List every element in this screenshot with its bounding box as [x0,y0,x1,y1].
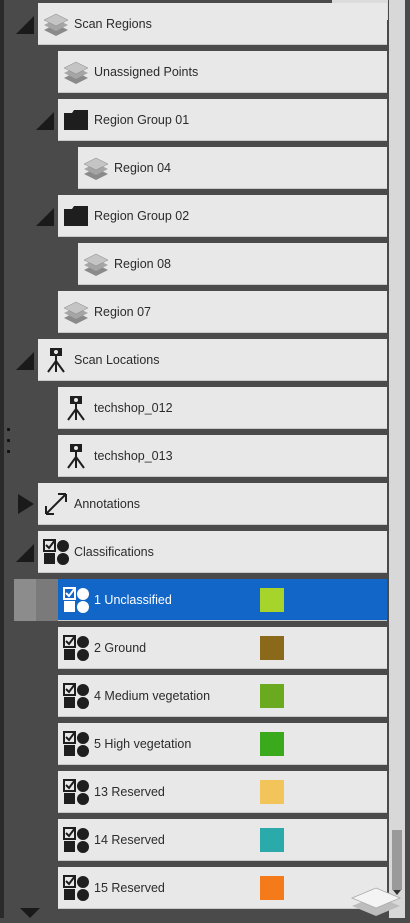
node-label: Region 08 [114,256,171,271]
node-label: Unassigned Points [94,64,199,79]
node-label: 2 Ground [94,640,147,655]
node-label: 15 Reserved [94,880,165,895]
color-swatch[interactable] [260,876,284,900]
folder-icon [62,202,90,230]
scrollbar-thumb[interactable] [392,830,402,890]
layers-icon [42,10,70,38]
node-label: 14 Reserved [94,832,165,847]
tree-node-region-07[interactable]: Region 07 [58,291,387,333]
selection-indent-strip [14,579,58,621]
color-swatch[interactable] [260,588,284,612]
tree-node-classifications[interactable]: Classifications [38,531,387,573]
node-label: Scan Regions [74,16,152,31]
class-item-15-reserved[interactable]: 15 Reserved [58,867,387,909]
class-item-5-high-vegetation[interactable]: 5 High vegetation [58,723,387,765]
classification-shapes-icon [62,778,90,806]
class-item-4-medium-vegetation[interactable]: 4 Medium vegetation [58,675,387,717]
panel-resize-grip[interactable] [7,428,11,458]
expand-toggle-scan-locations[interactable] [16,352,34,370]
class-item-2-ground[interactable]: 2 Ground [58,627,387,669]
expand-toggle-scan-regions[interactable] [16,16,34,34]
tree-node-region-group-02[interactable]: Region Group 02 [58,195,387,237]
node-label: techshop_013 [94,448,173,463]
scanner-tripod-icon [62,394,90,422]
classification-shapes-icon [62,682,90,710]
tree-node-annotations[interactable]: Annotations [38,483,387,525]
layers-icon [62,58,90,86]
vertical-scrollbar[interactable] [389,0,405,918]
tree-node-unassigned-points[interactable]: Unassigned Points [58,51,387,93]
classification-shapes-icon [62,586,90,614]
measure-arrow-icon [42,490,70,518]
classification-shapes-icon [62,826,90,854]
scanner-tripod-icon [42,346,70,374]
node-label: 4 Medium vegetation [94,688,211,703]
expand-toggle-region-group-01[interactable] [36,112,54,130]
tree-node-region-08[interactable]: Region 08 [78,243,387,285]
scanner-tripod-icon [62,442,90,470]
expand-toggle-next[interactable] [20,908,40,918]
classification-shapes-icon [42,538,70,566]
class-item-1-unclassified[interactable]: 1 Unclassified [58,579,387,621]
expand-toggle-classifications[interactable] [16,544,34,562]
tree-node-techshop-012[interactable]: techshop_012 [58,387,387,429]
color-swatch[interactable] [260,828,284,852]
class-item-13-reserved[interactable]: 13 Reserved [58,771,387,813]
node-label: Region 07 [94,304,151,319]
node-label: 1 Unclassified [94,592,172,607]
class-item-14-reserved[interactable]: 14 Reserved [58,819,387,861]
folder-icon [62,106,90,134]
classification-shapes-icon [62,730,90,758]
layers-icon [82,250,110,278]
expand-toggle-region-group-02[interactable] [36,208,54,226]
expand-toggle-annotations[interactable] [18,494,34,514]
color-swatch[interactable] [260,732,284,756]
layers-icon [62,298,90,326]
node-label: Region 04 [114,160,171,175]
tree-node-region-04[interactable]: Region 04 [78,147,387,189]
tree-node-scan-regions[interactable]: Scan Regions [38,3,387,45]
node-label: 13 Reserved [94,784,165,799]
tree-node-scan-locations[interactable]: Scan Locations [38,339,387,381]
tree-node-techshop-013[interactable]: techshop_013 [58,435,387,477]
node-label: Scan Locations [74,352,160,367]
node-label: techshop_012 [94,400,173,415]
color-swatch[interactable] [260,636,284,660]
node-label: Region Group 01 [94,112,190,127]
node-label: Annotations [74,496,141,511]
layers-icon [350,882,402,918]
color-swatch[interactable] [260,780,284,804]
layers-icon [82,154,110,182]
classification-shapes-icon [62,874,90,902]
node-label: 5 High vegetation [94,736,192,751]
tree-node-region-group-01[interactable]: Region Group 01 [58,99,387,141]
node-label: Region Group 02 [94,208,190,223]
classification-shapes-icon [62,634,90,662]
node-label: Classifications [74,544,154,559]
color-swatch[interactable] [260,684,284,708]
